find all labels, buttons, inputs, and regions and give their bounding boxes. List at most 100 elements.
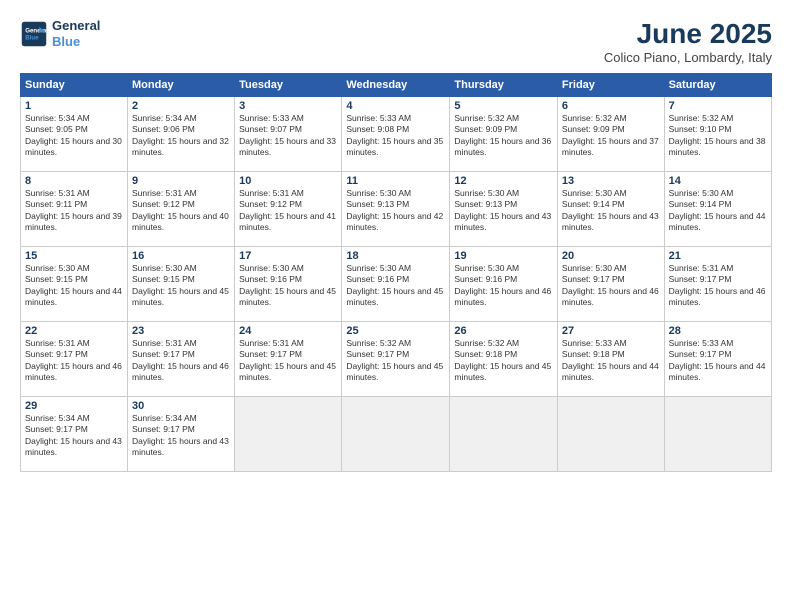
- day-number: 19: [454, 250, 553, 262]
- calendar-day-cell: 7Sunrise: 5:32 AMSunset: 9:10 PMDaylight…: [664, 97, 771, 172]
- day-info: Sunrise: 5:31 AMSunset: 9:17 PMDaylight:…: [25, 338, 123, 384]
- day-number: 22: [25, 325, 123, 337]
- calendar-day-cell: 19Sunrise: 5:30 AMSunset: 9:16 PMDayligh…: [450, 247, 558, 322]
- header-thursday: Thursday: [450, 74, 558, 97]
- calendar-week-row: 1Sunrise: 5:34 AMSunset: 9:05 PMDaylight…: [21, 97, 772, 172]
- empty-cell: [664, 397, 771, 472]
- calendar-day-cell: 2Sunrise: 5:34 AMSunset: 9:06 PMDaylight…: [128, 97, 235, 172]
- page-subtitle: Colico Piano, Lombardy, Italy: [604, 50, 772, 65]
- calendar-day-cell: 6Sunrise: 5:32 AMSunset: 9:09 PMDaylight…: [557, 97, 664, 172]
- day-number: 28: [669, 325, 767, 337]
- empty-cell: [450, 397, 558, 472]
- calendar-day-cell: 18Sunrise: 5:30 AMSunset: 9:16 PMDayligh…: [342, 247, 450, 322]
- day-info: Sunrise: 5:30 AMSunset: 9:15 PMDaylight:…: [25, 263, 123, 309]
- day-number: 20: [562, 250, 660, 262]
- calendar-day-cell: 17Sunrise: 5:30 AMSunset: 9:16 PMDayligh…: [235, 247, 342, 322]
- calendar-day-cell: 22Sunrise: 5:31 AMSunset: 9:17 PMDayligh…: [21, 322, 128, 397]
- calendar-day-cell: 20Sunrise: 5:30 AMSunset: 9:17 PMDayligh…: [557, 247, 664, 322]
- day-number: 30: [132, 400, 230, 412]
- day-number: 27: [562, 325, 660, 337]
- day-number: 24: [239, 325, 337, 337]
- calendar-day-cell: 12Sunrise: 5:30 AMSunset: 9:13 PMDayligh…: [450, 172, 558, 247]
- day-info: Sunrise: 5:32 AMSunset: 9:09 PMDaylight:…: [562, 113, 660, 159]
- day-info: Sunrise: 5:30 AMSunset: 9:16 PMDaylight:…: [454, 263, 553, 309]
- logo-text-general: General: [52, 18, 100, 34]
- calendar-day-cell: 9Sunrise: 5:31 AMSunset: 9:12 PMDaylight…: [128, 172, 235, 247]
- day-info: Sunrise: 5:31 AMSunset: 9:12 PMDaylight:…: [132, 188, 230, 234]
- day-info: Sunrise: 5:30 AMSunset: 9:17 PMDaylight:…: [562, 263, 660, 309]
- header-saturday: Saturday: [664, 74, 771, 97]
- logo-icon: General Blue: [20, 20, 48, 48]
- day-info: Sunrise: 5:30 AMSunset: 9:14 PMDaylight:…: [669, 188, 767, 234]
- day-info: Sunrise: 5:34 AMSunset: 9:06 PMDaylight:…: [132, 113, 230, 159]
- day-info: Sunrise: 5:32 AMSunset: 9:09 PMDaylight:…: [454, 113, 553, 159]
- svg-text:Blue: Blue: [25, 34, 39, 41]
- calendar-day-cell: 3Sunrise: 5:33 AMSunset: 9:07 PMDaylight…: [235, 97, 342, 172]
- header-sunday: Sunday: [21, 74, 128, 97]
- calendar-day-cell: 10Sunrise: 5:31 AMSunset: 9:12 PMDayligh…: [235, 172, 342, 247]
- day-info: Sunrise: 5:30 AMSunset: 9:16 PMDaylight:…: [239, 263, 337, 309]
- calendar-day-cell: 28Sunrise: 5:33 AMSunset: 9:17 PMDayligh…: [664, 322, 771, 397]
- calendar-day-cell: 15Sunrise: 5:30 AMSunset: 9:15 PMDayligh…: [21, 247, 128, 322]
- day-info: Sunrise: 5:30 AMSunset: 9:13 PMDaylight:…: [454, 188, 553, 234]
- day-number: 17: [239, 250, 337, 262]
- calendar-day-cell: 16Sunrise: 5:30 AMSunset: 9:15 PMDayligh…: [128, 247, 235, 322]
- day-info: Sunrise: 5:31 AMSunset: 9:12 PMDaylight:…: [239, 188, 337, 234]
- day-number: 16: [132, 250, 230, 262]
- day-number: 1: [25, 100, 123, 112]
- day-number: 29: [25, 400, 123, 412]
- day-info: Sunrise: 5:31 AMSunset: 9:11 PMDaylight:…: [25, 188, 123, 234]
- day-info: Sunrise: 5:32 AMSunset: 9:17 PMDaylight:…: [346, 338, 445, 384]
- calendar-day-cell: 1Sunrise: 5:34 AMSunset: 9:05 PMDaylight…: [21, 97, 128, 172]
- empty-cell: [342, 397, 450, 472]
- day-info: Sunrise: 5:34 AMSunset: 9:05 PMDaylight:…: [25, 113, 123, 159]
- day-number: 23: [132, 325, 230, 337]
- day-number: 5: [454, 100, 553, 112]
- day-number: 2: [132, 100, 230, 112]
- day-info: Sunrise: 5:30 AMSunset: 9:16 PMDaylight:…: [346, 263, 445, 309]
- day-info: Sunrise: 5:31 AMSunset: 9:17 PMDaylight:…: [239, 338, 337, 384]
- day-info: Sunrise: 5:30 AMSunset: 9:15 PMDaylight:…: [132, 263, 230, 309]
- empty-cell: [235, 397, 342, 472]
- calendar-day-cell: 14Sunrise: 5:30 AMSunset: 9:14 PMDayligh…: [664, 172, 771, 247]
- day-number: 18: [346, 250, 445, 262]
- day-info: Sunrise: 5:32 AMSunset: 9:10 PMDaylight:…: [669, 113, 767, 159]
- day-number: 13: [562, 175, 660, 187]
- calendar-table: Sunday Monday Tuesday Wednesday Thursday…: [20, 73, 772, 472]
- calendar-day-cell: 30Sunrise: 5:34 AMSunset: 9:17 PMDayligh…: [128, 397, 235, 472]
- header-friday: Friday: [557, 74, 664, 97]
- empty-cell: [557, 397, 664, 472]
- calendar-day-cell: 25Sunrise: 5:32 AMSunset: 9:17 PMDayligh…: [342, 322, 450, 397]
- day-info: Sunrise: 5:33 AMSunset: 9:17 PMDaylight:…: [669, 338, 767, 384]
- day-number: 12: [454, 175, 553, 187]
- day-number: 25: [346, 325, 445, 337]
- day-number: 9: [132, 175, 230, 187]
- calendar-header-row: Sunday Monday Tuesday Wednesday Thursday…: [21, 74, 772, 97]
- calendar-day-cell: 23Sunrise: 5:31 AMSunset: 9:17 PMDayligh…: [128, 322, 235, 397]
- calendar-day-cell: 4Sunrise: 5:33 AMSunset: 9:08 PMDaylight…: [342, 97, 450, 172]
- day-number: 14: [669, 175, 767, 187]
- header-monday: Monday: [128, 74, 235, 97]
- day-info: Sunrise: 5:32 AMSunset: 9:18 PMDaylight:…: [454, 338, 553, 384]
- day-number: 11: [346, 175, 445, 187]
- header-wednesday: Wednesday: [342, 74, 450, 97]
- logo: General Blue General Blue: [20, 18, 100, 49]
- page-title: June 2025: [604, 18, 772, 50]
- day-info: Sunrise: 5:31 AMSunset: 9:17 PMDaylight:…: [669, 263, 767, 309]
- day-number: 21: [669, 250, 767, 262]
- calendar-day-cell: 13Sunrise: 5:30 AMSunset: 9:14 PMDayligh…: [557, 172, 664, 247]
- day-info: Sunrise: 5:34 AMSunset: 9:17 PMDaylight:…: [132, 413, 230, 459]
- calendar-day-cell: 26Sunrise: 5:32 AMSunset: 9:18 PMDayligh…: [450, 322, 558, 397]
- day-info: Sunrise: 5:30 AMSunset: 9:13 PMDaylight:…: [346, 188, 445, 234]
- day-number: 15: [25, 250, 123, 262]
- day-number: 6: [562, 100, 660, 112]
- header-tuesday: Tuesday: [235, 74, 342, 97]
- calendar-week-row: 8Sunrise: 5:31 AMSunset: 9:11 PMDaylight…: [21, 172, 772, 247]
- day-info: Sunrise: 5:31 AMSunset: 9:17 PMDaylight:…: [132, 338, 230, 384]
- day-info: Sunrise: 5:34 AMSunset: 9:17 PMDaylight:…: [25, 413, 123, 459]
- calendar-day-cell: 11Sunrise: 5:30 AMSunset: 9:13 PMDayligh…: [342, 172, 450, 247]
- day-number: 8: [25, 175, 123, 187]
- calendar-day-cell: 5Sunrise: 5:32 AMSunset: 9:09 PMDaylight…: [450, 97, 558, 172]
- day-number: 10: [239, 175, 337, 187]
- calendar-week-row: 22Sunrise: 5:31 AMSunset: 9:17 PMDayligh…: [21, 322, 772, 397]
